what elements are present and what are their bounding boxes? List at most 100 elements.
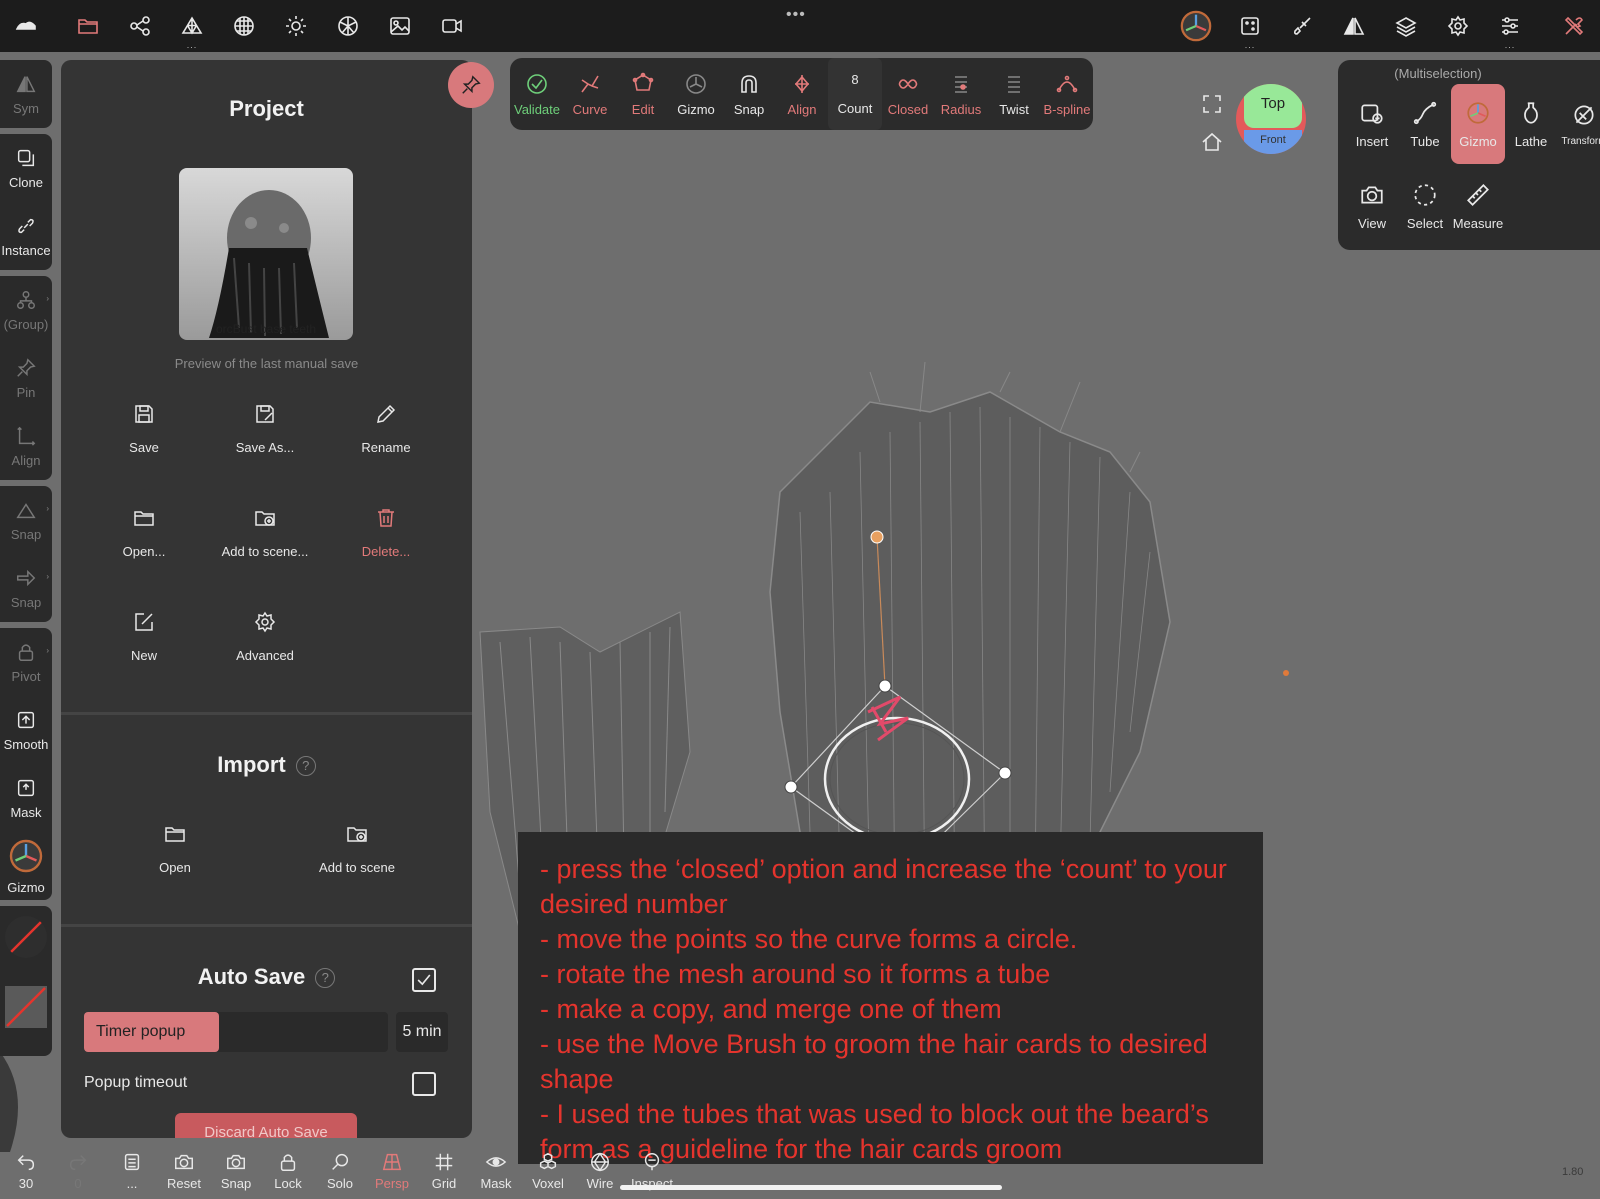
perspective-button[interactable]: Persp: [366, 1142, 418, 1199]
rail-snap-1[interactable]: Snap ›: [0, 486, 52, 554]
save-as-button[interactable]: Save As...: [205, 402, 325, 455]
tube-button[interactable]: Tube: [1398, 84, 1452, 164]
home-indicator[interactable]: [620, 1185, 1002, 1190]
snap-camera-button[interactable]: Snap: [210, 1142, 262, 1199]
measure-button[interactable]: Measure: [1451, 166, 1505, 246]
image-icon[interactable]: [382, 8, 418, 44]
rail-group-label: (Group): [3, 316, 49, 332]
timer-slider[interactable]: Timer popup: [84, 1012, 388, 1052]
rail-clone[interactable]: Clone: [0, 134, 52, 202]
pin-panel-button[interactable]: [448, 62, 494, 108]
open-button[interactable]: Open...: [84, 506, 204, 559]
color-swatch-secondary[interactable]: [5, 986, 47, 1028]
inspect-icon: [644, 1152, 660, 1170]
grid-button[interactable]: Grid: [418, 1142, 470, 1199]
settings-icon[interactable]: [1440, 8, 1476, 44]
rail-gizmo[interactable]: Gizmo: [0, 832, 52, 900]
import-open-button[interactable]: Open: [115, 822, 235, 875]
delete-button[interactable]: Delete...: [326, 506, 446, 559]
view-cube[interactable]: Top Front: [1236, 84, 1306, 154]
randomize-icon[interactable]: ...: [1232, 8, 1268, 50]
twist-button[interactable]: Twist: [987, 58, 1041, 130]
discard-autosave-button[interactable]: Discard Auto Save: [175, 1113, 357, 1138]
rail-smooth[interactable]: Smooth: [0, 696, 52, 764]
layers-icon[interactable]: [1388, 8, 1424, 44]
view-button[interactable]: View: [1345, 166, 1399, 246]
gizmo-tool-button[interactable]: Gizmo: [1451, 84, 1505, 164]
voxel-button[interactable]: Voxel: [522, 1142, 574, 1199]
note-line: - press the ‘closed’ option and increase…: [540, 854, 1227, 919]
autosave-help-icon[interactable]: ?: [315, 968, 336, 989]
project-thumbnail[interactable]: orcBust base teeth: [179, 168, 353, 340]
edit-button[interactable]: Edit: [616, 58, 670, 130]
solo-button[interactable]: Solo: [314, 1142, 366, 1199]
import-help-icon[interactable]: ?: [295, 756, 316, 777]
advanced-button[interactable]: Advanced: [205, 610, 325, 663]
snap-toggle-button[interactable]: Snap: [722, 58, 776, 130]
insert-button[interactable]: Insert: [1345, 84, 1399, 164]
rail-snap-2[interactable]: Snap ›: [0, 554, 52, 622]
lathe-label: Lathe: [1514, 133, 1548, 149]
redo-button[interactable]: 0: [52, 1142, 104, 1199]
radius-icon: [955, 75, 967, 93]
share-nodes-icon[interactable]: [122, 8, 158, 44]
rail-group[interactable]: (Group) ›: [0, 276, 52, 344]
bspline-button[interactable]: B-spline: [1040, 58, 1094, 130]
view-cube-top[interactable]: Top: [1244, 84, 1302, 128]
rail-pin[interactable]: Pin: [0, 344, 52, 412]
home-icon[interactable]: [1200, 130, 1224, 154]
save-button[interactable]: Save: [84, 402, 204, 455]
sphere-grid-icon[interactable]: [226, 8, 262, 44]
inspect-button[interactable]: Inspect: [626, 1142, 678, 1199]
fullscreen-icon[interactable]: [1200, 92, 1224, 116]
arrow-icon: [17, 569, 36, 586]
transform-button[interactable]: Transform: [1557, 84, 1600, 164]
folder-icon[interactable]: [70, 8, 106, 44]
color-swatch-primary[interactable]: [5, 916, 47, 958]
rename-button[interactable]: Rename: [326, 402, 446, 455]
curve-button[interactable]: Curve: [563, 58, 617, 130]
lathe-button[interactable]: Lathe: [1504, 84, 1558, 164]
video-icon[interactable]: [434, 8, 470, 44]
rail-align[interactable]: Align: [0, 412, 52, 480]
undo-button[interactable]: 30: [0, 1142, 52, 1199]
rail-group-sym: Sym: [0, 60, 52, 128]
wireframe-button[interactable]: Wire: [574, 1142, 626, 1199]
validate-button[interactable]: Validate: [510, 58, 564, 130]
tools-icon[interactable]: [1556, 8, 1592, 44]
popup-timeout-checkbox[interactable]: [412, 1072, 436, 1096]
mask-view-button[interactable]: Mask: [470, 1142, 522, 1199]
gizmo-toggle-button[interactable]: Gizmo: [669, 58, 723, 130]
sliders-icon[interactable]: ...: [1492, 8, 1528, 50]
timer-value[interactable]: 5 min: [396, 1012, 448, 1052]
brush-icon[interactable]: [1284, 8, 1320, 44]
radius-button[interactable]: Radius: [934, 58, 988, 130]
select-button[interactable]: Select: [1398, 166, 1452, 246]
count-control[interactable]: 8 Count: [828, 58, 882, 130]
sun-icon[interactable]: [278, 8, 314, 44]
cloud-icon[interactable]: [8, 8, 44, 44]
new-button[interactable]: New: [84, 610, 204, 663]
autosave-checkbox[interactable]: [412, 968, 436, 992]
validate-label: Validate: [513, 101, 560, 117]
rail-pivot[interactable]: Pivot ›: [0, 628, 52, 696]
material-icon[interactable]: [330, 8, 366, 44]
vase-icon: [1524, 101, 1538, 124]
view-cube-front[interactable]: Front: [1244, 130, 1302, 154]
rail-mask[interactable]: Mask: [0, 764, 52, 832]
lock-camera-button[interactable]: Lock: [262, 1142, 314, 1199]
import-add-to-scene-button[interactable]: Add to scene: [297, 822, 417, 875]
top-handle[interactable]: •••: [786, 6, 806, 24]
align-toggle-button[interactable]: Align: [775, 58, 829, 130]
rail-sym[interactable]: Sym: [0, 60, 52, 128]
count-value: 8: [851, 72, 859, 87]
gizmo-sphere-icon[interactable]: [1178, 8, 1214, 44]
symmetry-icon[interactable]: [1336, 8, 1372, 44]
wire-label: Wire: [586, 1175, 614, 1191]
rail-instance[interactable]: Instance: [0, 202, 52, 270]
add-to-scene-button[interactable]: Add to scene...: [205, 506, 325, 559]
mesh-icon[interactable]: ...: [174, 8, 210, 50]
reset-camera-button[interactable]: Reset: [158, 1142, 210, 1199]
history-menu-button[interactable]: ...: [106, 1142, 158, 1199]
closed-toggle-button[interactable]: Closed: [881, 58, 935, 130]
